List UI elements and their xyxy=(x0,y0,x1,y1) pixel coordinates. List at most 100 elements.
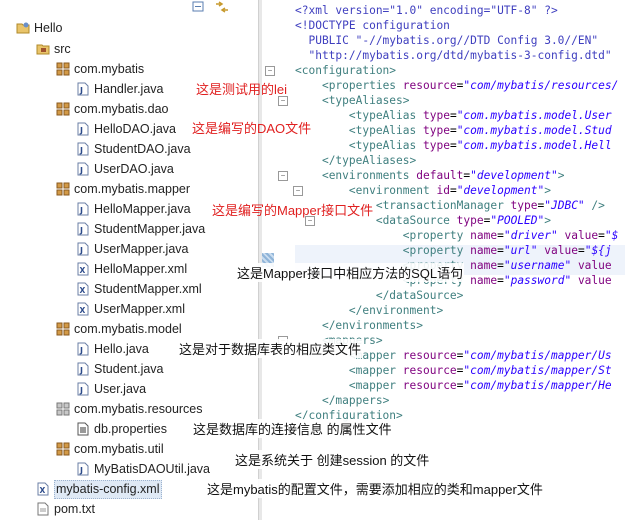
code-token: value xyxy=(537,244,578,257)
code-token: value xyxy=(571,274,612,287)
tree-item-studentmapper-java[interactable]: J StudentMapper.java xyxy=(0,219,258,239)
code-token: "url" xyxy=(503,244,538,257)
xml-editor[interactable]: <?xml version="1.0" encoding="UTF-8" ?> <… xyxy=(262,0,625,520)
code-line[interactable]: <environment id="development"> xyxy=(295,183,551,198)
java-file-icon: J xyxy=(76,82,90,96)
tree-item-label: UserMapper.java xyxy=(94,242,189,256)
project-icon xyxy=(16,21,30,35)
code-token: name xyxy=(470,244,498,257)
tree-item-usermapper-java[interactable]: J UserMapper.java xyxy=(0,239,258,259)
tree-item-com-mybatis-model[interactable]: com.mybatis.model xyxy=(0,319,258,339)
annotation-note: 这是测试用的lei xyxy=(196,82,288,97)
code-line[interactable]: "http://mybatis.org/dtd/mybatis-3-config… xyxy=(295,48,611,63)
tree-item-studentdao-java[interactable]: J StudentDAO.java xyxy=(0,139,258,159)
code-token: id xyxy=(436,184,450,197)
svg-text:X: X xyxy=(40,486,46,495)
code-token: = xyxy=(497,259,504,272)
xml-file-icon: X xyxy=(36,482,50,496)
code-line[interactable]: PUBLIC "-//mybatis.org//DTD Config 3.0//… xyxy=(295,33,598,48)
fold-toggle-icon[interactable]: − xyxy=(265,66,275,76)
tree-item-label: MyBatisDAOUtil.java xyxy=(94,462,210,476)
code-line[interactable]: <mapper resource="com/mybatis/mapper/St xyxy=(295,363,612,378)
code-line[interactable]: <?xml version="1.0" encoding="UTF-8" ?> xyxy=(295,3,558,18)
tree-item-label: Hello xyxy=(34,21,63,35)
tree-item-hello[interactable]: Hello xyxy=(0,18,258,38)
code-token: name xyxy=(470,259,498,272)
fold-toggle-icon[interactable]: − xyxy=(278,171,288,181)
code-token: value xyxy=(557,229,599,242)
tree-item-mybatisdaoutil-java[interactable]: J MyBatisDAOUtil.java xyxy=(0,459,258,479)
code-token: resource xyxy=(402,364,457,377)
tree-item-label: Hello.java xyxy=(94,342,149,356)
tree-item-label: HelloMapper.java xyxy=(94,202,191,216)
code-line[interactable]: <properties resource="com/mybatis/resour… xyxy=(295,78,618,93)
code-token: /> xyxy=(584,199,605,212)
tree-item-usermapper-xml[interactable]: X UserMapper.xml xyxy=(0,299,258,319)
code-line[interactable]: <property name="url" value="${j xyxy=(295,243,612,258)
tree-item-src[interactable]: src xyxy=(0,39,258,59)
fold-toggle-icon[interactable]: − xyxy=(293,186,303,196)
tree-item-com-mybatis[interactable]: com.mybatis xyxy=(0,59,258,79)
svg-text:J: J xyxy=(79,226,83,235)
link-with-editor-icon[interactable] xyxy=(214,0,228,13)
code-line[interactable]: </environment> xyxy=(295,303,443,318)
java-file-icon: J xyxy=(76,142,90,156)
tree-item-label: UserMapper.xml xyxy=(94,302,185,316)
code-line[interactable]: </mappers> xyxy=(295,393,389,408)
code-line[interactable]: <environments default="development"> xyxy=(295,168,565,183)
svg-text:J: J xyxy=(79,466,83,475)
tree-item-com-mybatis-resources[interactable]: com.mybatis.resources xyxy=(0,399,258,419)
code-token: "com/mybatis/mapper/St xyxy=(463,364,612,377)
tree-item-user-java[interactable]: J User.java xyxy=(0,379,258,399)
code-token: type xyxy=(510,199,538,212)
svg-text:X: X xyxy=(80,266,86,275)
code-token: = xyxy=(497,274,504,287)
code-token: default xyxy=(416,169,464,182)
code-line[interactable]: </typeAliases> xyxy=(295,153,416,168)
code-line[interactable]: <typeAlias type="com.mybatis.model.User xyxy=(295,108,612,123)
tree-item-userdao-java[interactable]: J UserDAO.java xyxy=(0,159,258,179)
code-line[interactable]: <configuration> xyxy=(295,63,396,78)
tree-item-com-mybatis-util[interactable]: com.mybatis.util xyxy=(0,439,258,459)
code-line[interactable]: <typeAliases> xyxy=(295,93,410,108)
code-token: type xyxy=(422,139,450,152)
code-line[interactable]: <!DOCTYPE configuration xyxy=(295,18,450,33)
code-line[interactable]: <typeAlias type="com.mybatis.model.Hell xyxy=(295,138,612,153)
tree-item-com-mybatis-dao[interactable]: com.mybatis.dao xyxy=(0,99,258,119)
code-token: <configuration> xyxy=(295,64,397,77)
tree-item-student-java[interactable]: J Student.java xyxy=(0,359,258,379)
tree-item-label: com.mybatis xyxy=(74,62,145,76)
code-token: resource xyxy=(402,79,457,92)
code-token: name xyxy=(470,274,498,287)
code-token: type xyxy=(456,214,484,227)
code-line[interactable]: </dataSource> xyxy=(295,288,464,303)
code-line[interactable]: <mapper resource="com/mybatis/mapper/He xyxy=(295,378,612,393)
code-token: <dataSource xyxy=(375,214,457,227)
code-line[interactable]: <typeAlias type="com.mybatis.model.Stud xyxy=(295,123,612,138)
code-token: type xyxy=(422,109,450,122)
tree-item-pom-txt[interactable]: pom.txt xyxy=(0,499,258,519)
code-token: > xyxy=(544,184,551,197)
tree-item-studentmapper-xml[interactable]: X StudentMapper.xml xyxy=(0,279,258,299)
code-token: "username" xyxy=(503,259,572,272)
tree-item-com-mybatis-mapper[interactable]: com.mybatis.mapper xyxy=(0,179,258,199)
tree-item-label: src xyxy=(54,42,71,56)
code-token: "driver" xyxy=(503,229,558,242)
svg-text:J: J xyxy=(79,126,83,135)
java-file-icon: J xyxy=(76,162,90,176)
tree-item-label: com.mybatis.util xyxy=(74,442,164,456)
collapse-all-icon[interactable] xyxy=(192,0,206,12)
code-line[interactable]: </environments> xyxy=(295,318,423,333)
code-token: <property xyxy=(402,229,471,242)
tree-item-hellomapper-xml[interactable]: X HelloMapper.xml xyxy=(0,259,258,279)
code-token: "com.mybatis.model.Hell xyxy=(456,139,612,152)
code-token: "com.mybatis.model.User xyxy=(456,109,612,122)
tree-item-label: mybatis-config.xml xyxy=(54,480,162,499)
code-line[interactable]: <property name="driver" value="$ xyxy=(295,228,619,243)
java-file-icon: J xyxy=(76,342,90,356)
